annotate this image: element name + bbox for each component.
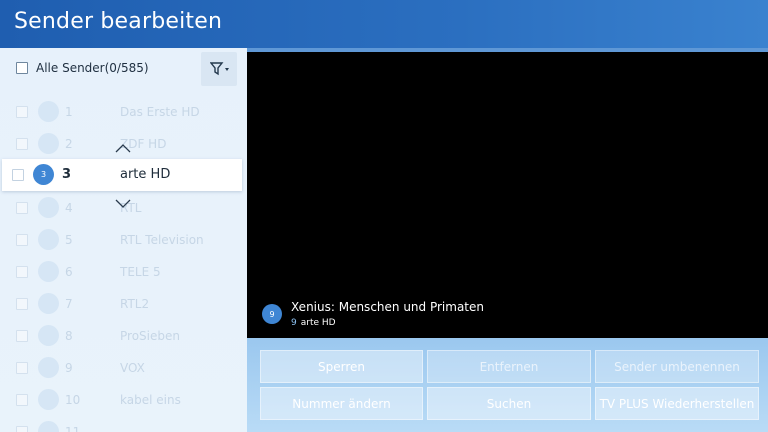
channel-checkbox[interactable] [16,234,28,246]
program-channel-name: arte HD [300,318,336,328]
channel-checkbox[interactable] [16,330,28,342]
channel-checkbox[interactable] [16,202,28,214]
channel-number: 6 [65,265,73,279]
channel-number: 5 [65,233,73,247]
channel-checkbox[interactable] [16,362,28,374]
header-bar: Sender bearbeiten [0,0,768,48]
channel-row[interactable]: 10 kabel eins [0,384,247,416]
channel-row[interactable]: 7 RTL2 [0,288,247,320]
channel-row-selected[interactable]: 3 3 arte HD [2,159,242,191]
channel-checkbox[interactable] [16,266,28,278]
channel-row[interactable]: 1 Das Erste HD [0,96,247,128]
channel-number: 3 [62,167,72,182]
search-button[interactable]: Suchen [427,387,591,420]
select-all-label: Alle Sender(0/585) [36,61,149,75]
channel-number: 2 [65,137,73,151]
channel-logo [38,133,59,154]
change-number-button[interactable]: Nummer ändern [260,387,423,420]
select-all-row[interactable]: Alle Sender(0/585) [0,48,247,90]
preview-top-border [247,48,768,52]
channel-logo [38,261,59,282]
channel-name: arte HD [120,167,171,182]
channel-checkbox[interactable] [16,394,28,406]
video-preview: 9 Xenius: Menschen und Primaten 9 arte HD [247,48,768,338]
rename-button[interactable]: Sender umbenennen [595,350,759,383]
chevron-up-icon[interactable] [115,143,131,153]
channel-logo [38,357,59,378]
chevron-down-icon[interactable] [115,199,131,209]
channel-number: 9 [65,361,73,375]
channel-number: 11 [65,425,81,432]
channel-checkbox[interactable] [16,298,28,310]
channel-checkbox[interactable] [12,169,24,181]
program-title: Xenius: Menschen und Primaten [291,300,484,314]
channel-name: RTL Television [120,233,204,247]
channel-row[interactable]: 9 VOX [0,352,247,384]
program-channel-info: 9 arte HD [291,318,336,328]
channel-logo [38,325,59,346]
filter-button[interactable] [201,52,237,86]
channel-logo [38,229,59,250]
channel-name: ProSieben [120,329,180,343]
lock-button[interactable]: Sperren [260,350,423,383]
channel-name: Das Erste HD [120,105,200,119]
channel-logo [38,101,59,122]
channel-row[interactable]: 5 RTL Television [0,224,247,256]
channel-name: TELE 5 [120,265,161,279]
channel-checkbox[interactable] [16,138,28,150]
channel-checkbox[interactable] [16,426,28,432]
channel-name: VOX [120,361,145,375]
channel-logo [38,293,59,314]
channel-badge: 3 [33,164,54,185]
filter-icon [210,62,229,76]
channel-row[interactable]: 6 TELE 5 [0,256,247,288]
remove-button[interactable]: Entfernen [427,350,591,383]
channel-number: 4 [65,201,73,215]
channel-name: RTL2 [120,297,150,311]
channel-logo [38,421,59,432]
channel-number: 8 [65,329,73,343]
channel-name: kabel eins [120,393,181,407]
select-all-checkbox[interactable] [16,62,28,74]
channel-number: 1 [65,105,73,119]
channel-sidebar: Alle Sender(0/585) 1 Das Erste HD 2 ZDF … [0,48,247,432]
channel-number: 7 [65,297,73,311]
page-title: Sender bearbeiten [14,9,223,34]
channel-number: 10 [65,393,81,407]
channel-logo [38,389,59,410]
program-channel-badge: 9 [262,304,282,324]
program-channel-number: 9 [291,318,297,328]
restore-button[interactable]: TV PLUS Wiederherstellen [595,387,759,420]
channel-row[interactable]: 11 [0,416,247,432]
channel-logo [38,197,59,218]
channel-row[interactable]: 8 ProSieben [0,320,247,352]
channel-checkbox[interactable] [16,106,28,118]
